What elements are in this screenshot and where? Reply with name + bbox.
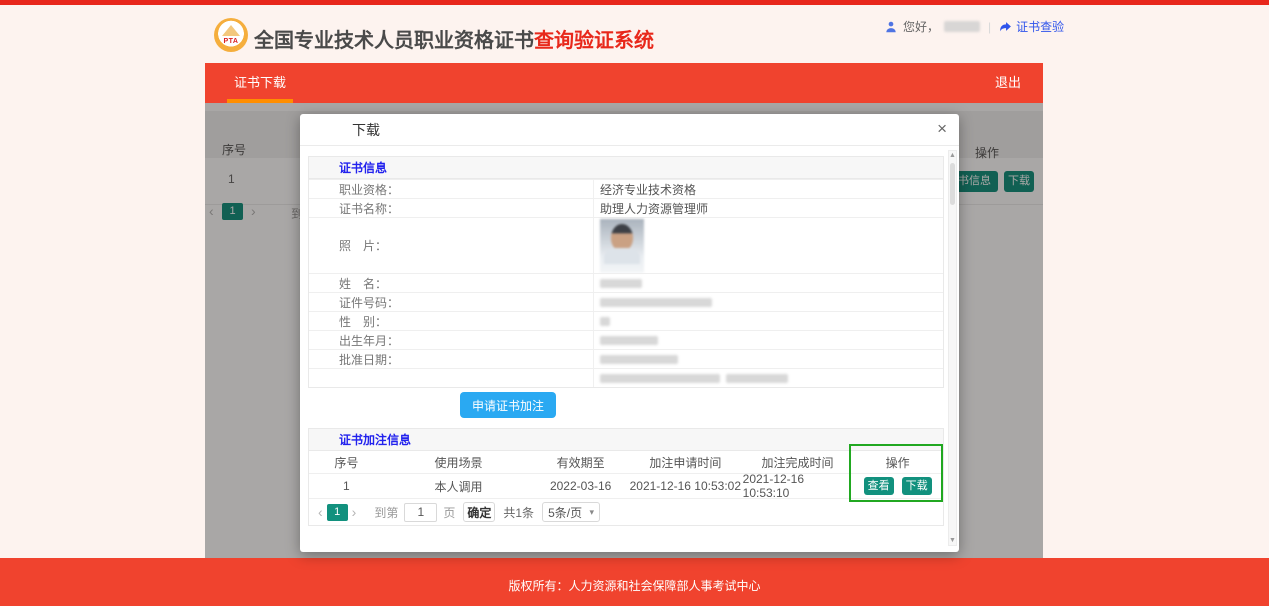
page-size-select[interactable]: 5条/页 ▾ <box>542 502 601 522</box>
row-value <box>593 312 943 330</box>
approve-date-redacted <box>600 354 678 364</box>
row-value <box>593 218 943 273</box>
close-icon[interactable]: × <box>937 119 947 139</box>
info-row-cert-name: 证书名称： 助理人力资源管理师 <box>309 198 943 217</box>
annotation-section-title: 证书加注信息 <box>309 429 943 451</box>
row-label: 证书名称： <box>339 201 400 216</box>
certificate-photo <box>600 218 644 273</box>
name-redacted <box>600 278 642 288</box>
cell-apply-time: 2021-12-16 10:53:02 <box>629 479 742 493</box>
apply-annotation-button[interactable]: 申请证书加注 <box>460 392 556 418</box>
site-logo: PTA <box>214 18 248 52</box>
col-action: 操作 <box>885 455 910 470</box>
row-label: 批准日期： <box>339 352 400 367</box>
col-scene: 使用场景 <box>434 455 483 470</box>
page-title-main: 全国专业技术人员职业资格证书 <box>254 30 534 52</box>
page-title: 全国专业技术人员职业资格证书查询验证系统 <box>254 24 654 53</box>
nav-bar: 证书下载 退出 <box>205 63 1043 103</box>
row-value <box>593 331 943 349</box>
annotation-section: 证书加注信息 序号 使用场景 有效期至 加注申请时间 加注完成时间 操作 1 本… <box>308 428 944 526</box>
col-index: 序号 <box>334 455 359 470</box>
separator: | <box>988 19 992 34</box>
row-label: 出生年月： <box>339 333 400 348</box>
current-page[interactable]: 1 <box>326 503 348 521</box>
cell-actions: 查看 下载 <box>852 474 943 498</box>
cell-valid-until: 2022-03-16 <box>549 479 612 493</box>
info-row-gender: 性 别： <box>309 311 943 330</box>
chevron-down-icon: ▾ <box>589 506 595 517</box>
row-label: 性 别： <box>339 314 388 329</box>
user-area: 您好， | 证书查验 <box>884 18 1064 35</box>
cell-index: 1 <box>343 479 350 493</box>
gender-redacted <box>600 316 610 326</box>
logo-peak-shape <box>222 25 240 36</box>
birth-date-redacted <box>600 335 658 345</box>
cert-verify-label: 证书查验 <box>1016 20 1065 34</box>
info-row-photo: 照 片： <box>309 217 943 273</box>
cert-info-section: 证书信息 职业资格： 经济专业技术资格 证书名称： 助理人力资源管理师 照 片：… <box>308 156 944 388</box>
page-jump-input[interactable] <box>404 502 438 522</box>
footer: 版权所有：人力资源和社会保障部人事考试中心 <box>0 558 1269 606</box>
authority-redacted-2 <box>726 373 788 383</box>
greeting-label: 您好， <box>903 20 940 34</box>
scrollbar-thumb[interactable] <box>950 163 955 205</box>
row-label: 照 片： <box>339 239 388 253</box>
tab-cert-download[interactable]: 证书下载 <box>227 63 293 103</box>
col-valid-until: 有效期至 <box>556 455 605 470</box>
view-button[interactable]: 查看 <box>863 477 894 495</box>
cell-complete-time: 2021-12-16 10:53:10 <box>742 472 805 500</box>
total-count-label: 共1条 <box>503 505 535 520</box>
cell-scene: 本人调用 <box>434 479 483 494</box>
page-unit-label: 页 <box>443 505 456 520</box>
download-annotation-button[interactable]: 下载 <box>901 477 932 495</box>
row-value <box>593 369 943 387</box>
row-label: 姓 名： <box>339 276 388 291</box>
row-value <box>593 274 943 292</box>
prev-page-icon[interactable]: ‹ <box>318 504 323 521</box>
annotation-pagination: ‹ 1 › 到第 页 确定 共1条 5条/页 ▾ <box>309 499 943 525</box>
row-value <box>593 293 943 311</box>
col-apply-time: 加注申请时间 <box>649 455 722 470</box>
copyright-text: 版权所有：人力资源和社会保障部人事考试中心 <box>508 579 761 593</box>
dialog-header: 下载 × <box>300 114 959 146</box>
annotation-table-row: 1 本人调用 2022-03-16 2021-12-16 10:53:02 20… <box>309 472 943 500</box>
page-title-accent: 查询验证系统 <box>534 30 654 52</box>
info-row-approve-date: 批准日期： <box>309 349 943 368</box>
top-accent-bar <box>0 0 1269 5</box>
confirm-button[interactable]: 确定 <box>463 502 496 522</box>
info-row-qualification: 职业资格： 经济专业技术资格 <box>309 179 943 198</box>
info-row-birth: 出生年月： <box>309 330 943 349</box>
username-redacted <box>944 21 981 32</box>
row-label: 证件号码： <box>339 295 400 310</box>
photo-shoulders-shape <box>604 247 640 264</box>
row-value: 经济专业技术资格 <box>593 180 943 198</box>
row-value: 助理人力资源管理师 <box>593 199 943 217</box>
dialog-title: 下载 <box>352 122 380 138</box>
id-number-redacted <box>600 297 712 307</box>
photo-head-shape <box>611 223 633 251</box>
dialog-scrollbar[interactable]: ▲ ▼ <box>948 150 957 546</box>
share-arrow-icon <box>1000 22 1012 32</box>
annotation-table-header: 序号 使用场景 有效期至 加注申请时间 加注完成时间 操作 <box>309 451 943 474</box>
user-icon <box>886 21 896 32</box>
logout-button[interactable]: 退出 <box>995 63 1021 103</box>
download-dialog: 下载 × ▲ ▼ 证书信息 职业资格： 经济专业技术资格 证书名称： 助理人力资… <box>300 114 959 552</box>
authority-redacted <box>600 373 720 383</box>
info-row-id-number: 证件号码： <box>309 292 943 311</box>
info-row-authority <box>309 368 943 387</box>
row-label: 职业资格： <box>339 182 400 197</box>
cert-info-section-title: 证书信息 <box>309 157 943 179</box>
scroll-up-icon[interactable]: ▲ <box>949 152 956 159</box>
logo-text: PTA <box>223 38 239 45</box>
col-complete-time: 加注完成时间 <box>761 455 834 470</box>
info-row-name: 姓 名： <box>309 273 943 292</box>
page-size-value: 5条/页 <box>548 505 583 520</box>
next-page-icon[interactable]: › <box>352 504 357 521</box>
row-label <box>309 369 593 387</box>
jump-to-label: 到第 <box>374 505 399 520</box>
row-value <box>593 350 943 368</box>
scroll-down-icon[interactable]: ▼ <box>949 537 956 544</box>
cert-verify-link[interactable]: 证书查验 <box>999 18 1064 35</box>
